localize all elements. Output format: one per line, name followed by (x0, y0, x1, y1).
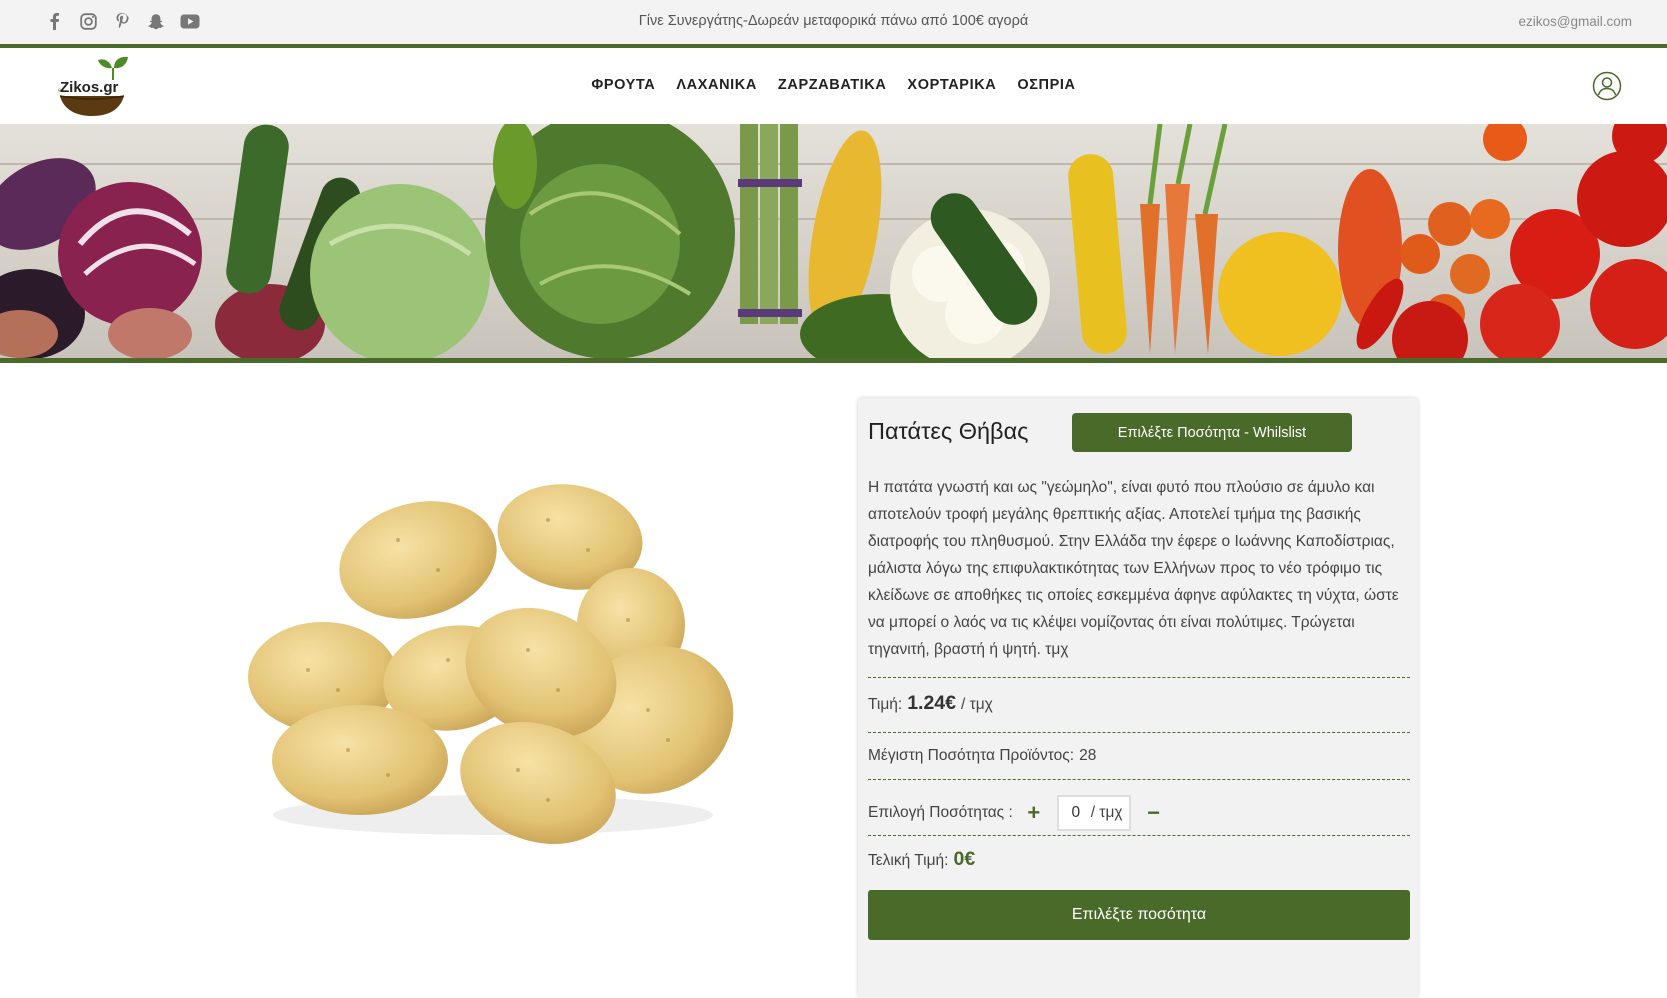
max-qty-value: 28 (1079, 747, 1097, 764)
product-info-panel: Πατάτες Θήβας Επιλέξτε Ποσότητα - Whilsl… (858, 398, 1418, 998)
quantity-input[interactable] (1064, 804, 1087, 822)
price-row: Τιμή: 1.24€ / τμχ (868, 692, 993, 715)
max-qty-row: Μέγιστη Ποσότητα Προϊόντος: 28 (868, 747, 1096, 765)
main-header: Zikos.gr e ΦΡΟΥΤΑ ΛΑΧΑΝΙΚΑ ΖΑΡΖΑΒΑΤΙΚΑ Χ… (0, 48, 1667, 124)
final-price-label: Τελική Τιμή: (868, 852, 949, 869)
divider (868, 779, 1410, 780)
qty-decrease-button[interactable]: − (1143, 800, 1165, 826)
final-price-row: Τελική Τιμή: 0€ (868, 848, 975, 871)
divider (868, 677, 1410, 678)
qty-unit: / τμχ (1090, 804, 1123, 821)
hero-banner (0, 124, 1667, 363)
select-quantity-button[interactable]: Επιλέξτε ποσότητα (868, 890, 1410, 940)
qty-label: Επιλογή Ποσότητας : (868, 804, 1013, 821)
max-qty-label: Μέγιστη Ποσότητα Προϊόντος: (868, 747, 1075, 764)
product-image (248, 430, 741, 924)
divider (868, 835, 1410, 836)
promo-text: Γίνε Συνεργάτης-Δωρεάν μεταφορικά πάνω α… (638, 13, 1029, 29)
divider (868, 732, 1410, 733)
contact-email[interactable]: ezikos@gmail.com (1519, 14, 1632, 29)
product-description: Η πατάτα γνωστή και ως "γεώμηλο", είναι … (868, 479, 1399, 658)
wishlist-button[interactable]: Επιλέξτε Ποσότητα - Whilslist (1072, 413, 1352, 452)
nav-item-greens[interactable]: ΖΑΡΖΑΒΑΤΙΚΑ (778, 77, 887, 93)
nav-item-vegetables[interactable]: ΛΑΧΑΝΙΚΑ (676, 77, 757, 93)
nav-item-legumes[interactable]: ΟΣΠΡΙΑ (1017, 77, 1075, 93)
user-account-icon[interactable] (1592, 71, 1622, 101)
final-price-value: 0€ (953, 848, 976, 870)
quantity-stepper: / τμχ (1056, 795, 1131, 831)
product-title: Πατάτες Θήβας (868, 418, 1029, 444)
price-unit: / τμχ (961, 696, 993, 713)
main-nav: ΦΡΟΥΤΑ ΛΑΧΑΝΙΚΑ ΖΑΡΖΑΒΑΤΙΚΑ ΧΟΡΤΑΡΙΚΑ ΟΣ… (0, 77, 1667, 93)
top-bar: Γίνε Συνεργάτης-Δωρεάν μεταφορικά πάνω α… (0, 0, 1667, 48)
qty-increase-button[interactable]: + (1023, 800, 1045, 826)
price-label: Τιμή: (868, 696, 903, 713)
nav-item-fruits[interactable]: ΦΡΟΥΤΑ (591, 77, 655, 93)
quantity-row: Επιλογή Ποσότητας : + / τμχ − (868, 795, 1165, 831)
price-value: 1.24€ (907, 692, 957, 714)
nav-item-herbs[interactable]: ΧΟΡΤΑΡΙΚΑ (907, 77, 996, 93)
